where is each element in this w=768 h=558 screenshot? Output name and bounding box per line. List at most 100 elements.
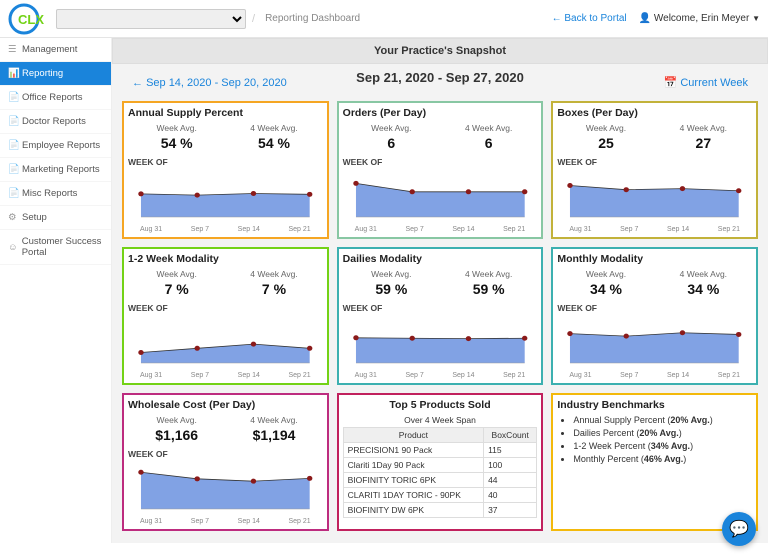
breadcrumb: Reporting Dashboard xyxy=(265,13,360,24)
week-avg-label: Week Avg. xyxy=(128,269,225,279)
x-tick: Sep 14 xyxy=(667,226,689,233)
chat-fab[interactable]: 💬 xyxy=(722,512,756,546)
sidebar-item-label: Setup xyxy=(22,212,47,223)
count-cell: 44 xyxy=(484,473,537,488)
x-tick: Sep 14 xyxy=(238,518,260,525)
four-week-avg-value: $1,194 xyxy=(225,425,322,447)
x-tick: Sep 14 xyxy=(452,226,474,233)
four-week-avg-value: 54 % xyxy=(225,133,322,155)
table-row: PRECISION1 90 Pack115 xyxy=(343,443,537,458)
sidebar-item-misc-reports[interactable]: 📄Misc Reports xyxy=(0,182,111,206)
card-benchmarks: Industry Benchmarks Annual Supply Percent… xyxy=(551,393,758,531)
sidebar-item-label: Management xyxy=(22,44,77,55)
svg-text:CLX: CLX xyxy=(18,12,44,27)
x-tick: Sep 7 xyxy=(191,372,209,379)
table-row: Clariti 1Day 90 Pack100 xyxy=(343,458,537,473)
product-cell: BIOFINITY DW 6PK xyxy=(343,503,483,518)
menu-icon: 📄 xyxy=(8,116,18,127)
week-avg-label: Week Avg. xyxy=(343,123,440,133)
card-title: Boxes (Per Day) xyxy=(557,107,752,119)
col-product: Product xyxy=(343,428,483,443)
menu-icon: ☰ xyxy=(8,44,18,55)
benchmark-item: Annual Supply Percent (20% Avg.) xyxy=(573,415,752,425)
week-avg-value: 6 xyxy=(343,133,440,155)
card-title: Top 5 Products Sold xyxy=(343,399,538,411)
sidebar-item-employee-reports[interactable]: 📄Employee Reports xyxy=(0,134,111,158)
sidebar-item-management[interactable]: ☰ Management xyxy=(0,38,111,62)
card-annual_supply: Annual Supply PercentWeek Avg.54 %4 Week… xyxy=(122,101,329,239)
x-tick: Sep 14 xyxy=(238,226,260,233)
menu-icon: 📄 xyxy=(8,140,18,151)
sidebar-item-label: Doctor Reports xyxy=(22,116,86,127)
x-tick: Sep 21 xyxy=(288,518,310,525)
four-week-avg-value: 27 xyxy=(655,133,752,155)
count-cell: 37 xyxy=(484,503,537,518)
card-mod12: 1-2 Week Modality Week Avg.7 %4 Week Avg.… xyxy=(122,247,329,385)
sidebar-item-label: Customer Success Portal xyxy=(22,236,103,258)
sidebar-item-doctor-reports[interactable]: 📄 Doctor Reports xyxy=(0,110,111,134)
sidebar-item-label: Reporting xyxy=(22,68,63,79)
sidebar-item-customer-success-portal[interactable]: ☺ Customer Success Portal xyxy=(0,230,111,265)
four-week-avg-label: 4 Week Avg. xyxy=(440,269,537,279)
welcome-text[interactable]: 👤 Welcome, Erin Meyer ▼ xyxy=(639,13,760,24)
sidebar-item-office-reports[interactable]: 📄 Office Reports xyxy=(0,86,111,110)
menu-icon: ⚙ xyxy=(8,212,18,223)
col-boxcount: BoxCount xyxy=(484,428,537,443)
x-tick: Sep 14 xyxy=(452,372,474,379)
prev-week-link[interactable]: ← Sep 14, 2020 - Sep 20, 2020 xyxy=(132,77,287,89)
snapshot-title: Your Practice's Snapshot xyxy=(112,38,768,64)
week-of-label: WEEK OF xyxy=(557,303,752,313)
count-cell: 40 xyxy=(484,488,537,503)
x-tick: Sep 21 xyxy=(288,226,310,233)
week-avg-value: 25 xyxy=(557,133,654,155)
card-subtitle: Over 4 Week Span xyxy=(343,415,538,425)
x-tick: Aug 31 xyxy=(140,518,162,525)
card-boxes: Boxes (Per Day)Week Avg.254 Week Avg.27W… xyxy=(551,101,758,239)
x-tick: Sep 7 xyxy=(191,226,209,233)
practice-select[interactable] xyxy=(56,9,246,29)
menu-icon: ☺ xyxy=(8,242,18,253)
logo: CLX xyxy=(8,3,50,35)
card-dailies: Dailies ModalityWeek Avg.59 %4 Week Avg.… xyxy=(337,247,544,385)
card-title: Monthly Modality xyxy=(557,253,752,265)
week-avg-value: 54 % xyxy=(128,133,225,155)
week-avg-value: 7 % xyxy=(128,279,225,301)
x-tick: Sep 7 xyxy=(620,372,638,379)
week-of-label: WEEK OF xyxy=(343,303,538,313)
benchmark-item: Dailies Percent (20% Avg.) xyxy=(573,428,752,438)
current-week-link[interactable]: 📅 Current Week xyxy=(664,76,748,89)
four-week-avg-value: 34 % xyxy=(655,279,752,301)
four-week-avg-value: 7 % xyxy=(225,279,322,301)
x-tick: Aug 31 xyxy=(569,372,591,379)
back-to-portal-link[interactable]: ← Back to Portal xyxy=(552,13,627,24)
week-avg-value: 34 % xyxy=(557,279,654,301)
user-icon: 👤 xyxy=(639,13,651,24)
x-tick: Sep 7 xyxy=(405,372,423,379)
four-week-avg-label: 4 Week Avg. xyxy=(655,123,752,133)
card-wholesale: Wholesale Cost (Per Day)Week Avg.$1,1664… xyxy=(122,393,329,531)
sidebar-item-setup[interactable]: ⚙ Setup xyxy=(0,206,111,230)
sidebar-item-marketing-reports[interactable]: 📄Marketing Reports xyxy=(0,158,111,182)
caret-down-icon: ▼ xyxy=(752,14,760,23)
menu-icon: 📄 xyxy=(8,164,18,175)
card-title: Industry Benchmarks xyxy=(557,399,752,411)
sidebar-item-label: Office Reports xyxy=(22,92,83,103)
card-title: 1-2 Week Modality xyxy=(128,253,323,265)
x-tick: Aug 31 xyxy=(140,372,162,379)
x-tick: Sep 7 xyxy=(620,226,638,233)
sidebar-item-reporting[interactable]: 📊Reporting xyxy=(0,62,111,86)
product-cell: Clariti 1Day 90 Pack xyxy=(343,458,483,473)
x-tick: Sep 7 xyxy=(405,226,423,233)
calendar-icon: 📅 xyxy=(664,77,678,89)
count-cell: 115 xyxy=(484,443,537,458)
top5-table: ProductBoxCountPRECISION1 90 Pack115Clar… xyxy=(343,427,538,518)
four-week-avg-label: 4 Week Avg. xyxy=(225,415,322,425)
menu-icon: 📄 xyxy=(8,188,18,199)
four-week-avg-label: 4 Week Avg. xyxy=(655,269,752,279)
x-tick: Sep 21 xyxy=(288,372,310,379)
four-week-avg-label: 4 Week Avg. xyxy=(225,269,322,279)
menu-icon: 📄 xyxy=(8,92,18,103)
card-title: Orders (Per Day) xyxy=(343,107,538,119)
card-monthly: Monthly ModalityWeek Avg.34 %4 Week Avg.… xyxy=(551,247,758,385)
product-cell: BIOFINITY TORIC 6PK xyxy=(343,473,483,488)
